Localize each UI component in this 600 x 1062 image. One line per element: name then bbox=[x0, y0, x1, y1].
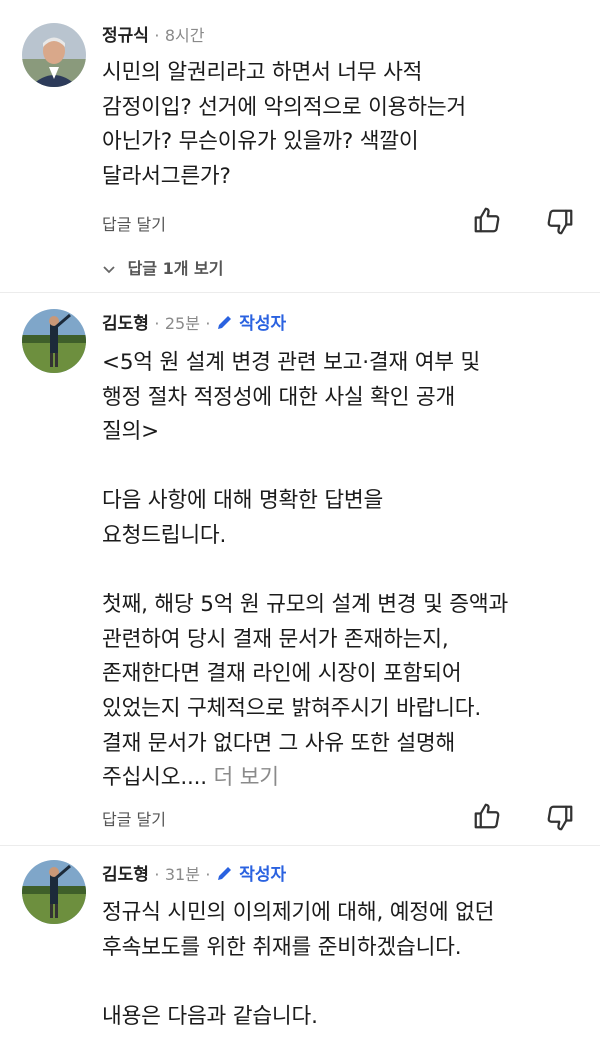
separator: · bbox=[154, 865, 160, 884]
avatar[interactable] bbox=[22, 23, 86, 87]
author-name[interactable]: 김도형 bbox=[102, 865, 149, 885]
pencil-icon bbox=[216, 313, 234, 337]
thumbs-up-icon[interactable] bbox=[472, 801, 502, 831]
reply-button[interactable]: 답글 달기 bbox=[102, 211, 166, 235]
separator: · bbox=[205, 865, 211, 884]
separator: · bbox=[154, 314, 160, 333]
timestamp: 8시간 bbox=[164, 26, 205, 45]
thumbs-down-icon[interactable] bbox=[545, 803, 575, 833]
comment-text: 시민의 알권리라고 하면서 너무 사적 감정이입? 선거에 악의적으로 이용하는… bbox=[102, 60, 466, 189]
comment-text-content: <5억 원 설계 변경 관련 보고·결재 여부 및 행정 절차 적정성에 대한 … bbox=[102, 350, 509, 791]
comment-meta: 정규식 · 8시간 bbox=[102, 25, 204, 47]
timestamp: 25분 bbox=[164, 314, 200, 333]
chevron-down-icon bbox=[102, 260, 116, 279]
more-button[interactable]: 더 보기 bbox=[214, 765, 280, 790]
reply-button[interactable]: 답글 달기 bbox=[102, 806, 166, 830]
thumbs-up-icon[interactable] bbox=[472, 205, 502, 235]
author-name[interactable]: 정규식 bbox=[102, 26, 149, 46]
comment-meta: 김도형 · 31분 · 작성자 bbox=[102, 864, 286, 888]
separator: · bbox=[154, 26, 160, 45]
comment-meta: 김도형 · 25분 · 작성자 bbox=[102, 313, 286, 337]
view-replies-button[interactable]: 답글 1개 보기 bbox=[102, 255, 223, 279]
author-name[interactable]: 김도형 bbox=[102, 314, 149, 334]
comment-text: <5억 원 설계 변경 관련 보고·결재 여부 및 행정 절차 적정성에 대한 … bbox=[102, 346, 580, 796]
pencil-icon bbox=[216, 864, 234, 888]
view-replies-label: 답글 1개 보기 bbox=[127, 259, 224, 278]
comment-text: 정규식 시민의 이의제기에 대해, 예정에 없던 후속보도를 위한 취재를 준비… bbox=[102, 900, 495, 1029]
divider bbox=[0, 292, 600, 293]
author-badge: 작성자 bbox=[239, 314, 287, 334]
timestamp: 31분 bbox=[164, 865, 200, 884]
avatar[interactable] bbox=[22, 309, 86, 373]
separator: · bbox=[205, 314, 211, 333]
thumbs-down-icon[interactable] bbox=[545, 207, 575, 237]
author-badge: 작성자 bbox=[239, 865, 287, 885]
divider bbox=[0, 845, 600, 846]
avatar[interactable] bbox=[22, 860, 86, 924]
